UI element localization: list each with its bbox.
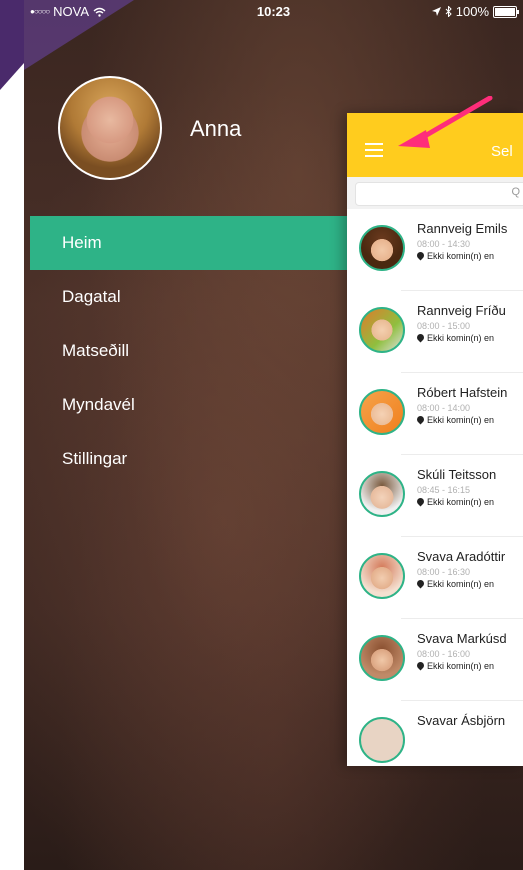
child-time: 08:00 - 16:30 xyxy=(417,567,471,577)
child-status: Ekki komin(n) en xyxy=(417,497,494,507)
child-time: 08:00 - 14:30 xyxy=(417,239,471,249)
child-avatar xyxy=(359,635,405,681)
child-avatar xyxy=(359,717,405,763)
map-pin-icon xyxy=(417,580,424,589)
side-menu: Heim Dagatal Matseðill Myndavél Stilling… xyxy=(30,216,390,486)
map-pin-icon xyxy=(417,498,424,507)
profile-avatar[interactable] xyxy=(58,76,162,180)
child-avatar xyxy=(359,389,405,435)
child-status: Ekki komin(n) en xyxy=(417,661,494,671)
search-icon: Q xyxy=(511,186,520,198)
battery-icon xyxy=(493,5,519,18)
child-time: 08:00 - 15:00 xyxy=(417,321,471,331)
child-time: 08:00 - 16:00 xyxy=(417,649,471,659)
child-avatar xyxy=(359,553,405,599)
status-bar: ●○○○○ NOVA 10:23 100% xyxy=(24,0,523,22)
child-name: Svava Aradóttir xyxy=(417,549,506,564)
child-name: Rannveig Fríðu xyxy=(417,303,506,318)
menu-item-myndavel[interactable]: Myndavél xyxy=(30,378,390,432)
location-arrow-icon xyxy=(431,7,441,16)
child-avatar xyxy=(359,471,405,517)
child-name: Skúli Teitsson xyxy=(417,467,497,482)
list-item[interactable]: Svava Aradóttir 08:00 - 16:30 Ekki komin… xyxy=(347,537,523,619)
list-item[interactable]: Rannveig Emils 08:00 - 14:30 Ekki komin(… xyxy=(347,209,523,291)
children-list: Rannveig Emils 08:00 - 14:30 Ekki komin(… xyxy=(347,209,523,766)
search-input[interactable]: Q xyxy=(355,182,523,206)
child-name: Svavar Ásbjörn xyxy=(417,713,506,728)
child-avatar xyxy=(359,307,405,353)
child-status: Ekki komin(n) en xyxy=(417,579,494,589)
battery-percent: 100% xyxy=(455,4,489,19)
list-item[interactable]: Róbert Hafstein 08:00 - 14:00 Ekki komin… xyxy=(347,373,523,455)
child-name: Svava Markúsd xyxy=(417,631,507,646)
menu-item-stillingar[interactable]: Stillingar xyxy=(30,432,390,486)
map-pin-icon xyxy=(417,334,424,343)
child-status: Ekki komin(n) en xyxy=(417,333,494,343)
map-pin-icon xyxy=(417,252,424,261)
child-status: Ekki komin(n) en xyxy=(417,415,494,425)
list-item[interactable]: Skúli Teitsson 08:45 - 16:15 Ekki komin(… xyxy=(347,455,523,537)
child-name: Rannveig Emils xyxy=(417,221,508,236)
profile-name: Anna xyxy=(190,116,242,141)
child-name: Róbert Hafstein xyxy=(417,385,508,400)
list-item[interactable]: Svava Markúsd 08:00 - 16:00 Ekki komin(n… xyxy=(347,619,523,701)
child-avatar xyxy=(359,225,405,271)
bluetooth-icon xyxy=(445,6,452,17)
search-bar: Q xyxy=(347,177,523,209)
menu-item-matsedill[interactable]: Matseðill xyxy=(30,324,390,378)
annotation-arrow-icon xyxy=(398,96,493,148)
hamburger-menu-icon[interactable] xyxy=(365,143,383,157)
menu-item-heim[interactable]: Heim xyxy=(30,216,390,270)
map-pin-icon xyxy=(417,662,424,671)
menu-item-dagatal[interactable]: Dagatal xyxy=(30,270,390,324)
phone-screen: ●○○○○ NOVA 10:23 100% Anna Heim Dagatal … xyxy=(24,0,523,870)
list-item[interactable]: Svavar Ásbjörn xyxy=(347,701,523,766)
main-content-panel[interactable]: Sel Q Rannveig Emils 08:00 - 14:30 Ekki … xyxy=(347,113,523,766)
child-time: 08:00 - 14:00 xyxy=(417,403,471,413)
child-time: 08:45 - 16:15 xyxy=(417,485,471,495)
child-status: Ekki komin(n) en xyxy=(417,251,494,261)
list-item[interactable]: Rannveig Fríðu 08:00 - 15:00 Ekki komin(… xyxy=(347,291,523,373)
map-pin-icon xyxy=(417,416,424,425)
